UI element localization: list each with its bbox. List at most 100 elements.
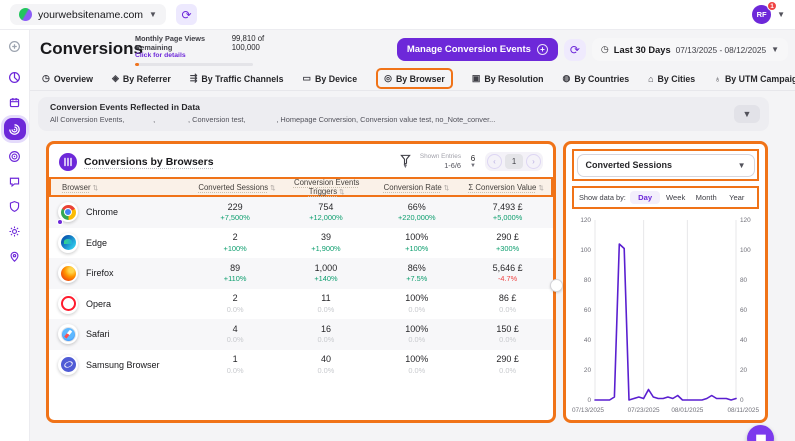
banner-expand-button[interactable]: ▼ [734,105,760,123]
metric-cell: 39+1,900% [281,232,372,253]
previous-page-button[interactable]: ‹ [487,154,502,169]
metric-value: 86 £ [462,293,553,305]
metric-change: +7.5% [371,274,462,284]
column-conversion-rate[interactable]: Conversion Rate [384,183,442,192]
current-page: 1 [505,154,523,169]
metric-change: +220,000% [371,213,462,223]
x-axis-tick-label: 08/11/2025 [727,407,759,414]
manage-conversion-events-button[interactable]: Manage Conversion Events + [397,38,558,61]
period-year[interactable]: Year [721,191,752,204]
tab-by-browser[interactable]: ◎By Browser [376,68,453,89]
site-favicon-icon [19,8,32,21]
metric-change: +100% [371,244,462,254]
site-refresh-button[interactable]: ⟳ [176,4,197,25]
metric-select[interactable]: Converted Sessions ▼ [577,154,755,177]
tab-by-referrer[interactable]: ◈By Referrer [112,73,171,84]
metric-change: 0.0% [371,366,462,376]
tab-by-traffic-channels[interactable]: ⇶By Traffic Channels [190,73,284,84]
radar-icon [8,150,21,163]
metric-cell: 7,493 £+5,000% [462,202,553,223]
metric-change: 0.0% [281,366,372,376]
sidebar-item-settings[interactable] [6,222,24,240]
tab-overview[interactable]: ◷Overview [42,73,93,84]
x-axis-tick-label: 07/13/2025 [572,407,604,414]
metric-cell: 2+100% [190,232,281,253]
table-row[interactable]: Samsung Browser10.0%400.0%100%0.0%290 £0… [49,350,553,381]
sort-icon[interactable]: ⇅ [93,184,98,192]
tab-by-resolution[interactable]: ▣By Resolution [472,73,544,84]
browser-name: Edge [86,238,107,248]
metric-select-value: Converted Sessions [586,160,673,170]
tab-by-countries[interactable]: ◍By Countries [563,73,630,84]
table-row[interactable]: Chrome229+7,500%754+12,000%66%+220,000%7… [49,197,553,228]
metric-change: 0.0% [462,335,553,345]
metric-value: 2 [190,293,281,305]
column-conversion-value[interactable]: Σ Conversion Value [468,183,536,192]
metric-change: -4.7% [462,274,553,284]
metric-cell: 100%0.0% [371,324,462,345]
metric-value: 100% [371,293,462,305]
chrome-icon [61,205,76,220]
site-selector[interactable]: yourwebsitename.com ▼ [10,4,166,25]
utm-campaign-icon: ♁ [714,74,721,84]
data-refresh-button[interactable]: ⟳ [564,39,586,61]
y-axis-tick-label: 100 [580,247,591,254]
pageviews-progress-bar [135,63,253,66]
column-conversion-events-triggers[interactable]: Conversion Events Triggers [294,178,359,196]
tab-label: By Device [315,74,357,84]
selected-indicator-dot [57,219,63,225]
sidebar-item-add[interactable] [6,37,24,55]
sidebar-item-dashboard[interactable] [6,68,24,86]
sidebar-item-feedback[interactable] [6,172,24,190]
table-row[interactable]: Firefox89+110%1,000+140%86%+7.5%5,646 £-… [49,258,553,289]
avatar[interactable]: RF 1 [752,5,771,24]
next-page-button[interactable]: › [526,154,541,169]
metric-change: +110% [190,274,281,284]
metric-change: 0.0% [190,305,281,315]
pageviews-details-link[interactable]: Click for details [135,52,285,59]
sort-icon[interactable]: ⇅ [538,184,543,192]
sidebar-item-security[interactable] [6,197,24,215]
tab-by-device[interactable]: ▭By Device [303,73,358,84]
shown-entries-label: Shown Entries [420,153,461,161]
panel-resize-handle[interactable] [550,279,563,292]
table-row[interactable]: Edge2+100%39+1,900%100%+100%290 £+300% [49,228,553,259]
y-axis-tick-label: 120 [580,217,591,224]
date-range-picker[interactable]: ◷ Last 30 Days 07/13/2025 - 08/12/2025 ▼ [592,38,788,61]
tab-by-utm-campaign[interactable]: ♁By UTM Campaign [714,74,795,84]
sidebar-item-locations[interactable] [6,247,24,265]
metric-change: 0.0% [371,335,462,345]
metric-change: +5,000% [462,213,553,223]
metric-change: 0.0% [190,335,281,345]
page-size-select[interactable]: 6 ▼ [470,155,476,169]
period-month[interactable]: Month [691,191,722,204]
sort-icon[interactable]: ⇅ [444,184,449,192]
browser-icon-chip [58,263,78,283]
sidebar-item-calendar[interactable] [6,93,24,111]
account-chevron-down-icon[interactable]: ▼ [777,10,785,19]
period-week[interactable]: Week [660,191,691,204]
sort-icon[interactable]: ⇅ [270,184,275,192]
column-browser[interactable]: Browser [62,183,91,192]
sidebar-item-conversions[interactable] [4,118,26,140]
table-row[interactable]: Opera20.0%110.0%100%0.0%86 £0.0% [49,289,553,320]
chevron-down-icon: ▼ [771,45,779,54]
period-day[interactable]: Day [630,191,661,204]
column-converted-sessions[interactable]: Converted Sessions [198,183,268,192]
pageviews-progress-fill [135,63,139,66]
sort-icon[interactable]: ⇅ [339,188,344,196]
metric-change: +300% [462,244,553,254]
topbar: yourwebsitename.com ▼ ⟳ RF 1 ▼ [0,0,795,30]
filter-button[interactable]: ▼ [400,154,411,170]
tab-by-cities[interactable]: ⌂By Cities [648,74,695,84]
metric-cell: 66%+220,000% [371,202,462,223]
referrer-icon: ◈ [112,73,119,84]
metric-value: 1,000 [281,263,372,275]
samsung-browser-icon [61,357,76,372]
sidebar-item-goals[interactable] [6,147,24,165]
firefox-icon [61,266,76,281]
refresh-icon: ⟳ [570,43,580,57]
shown-entries: Shown Entries 1-6/6 [420,153,461,170]
edge-icon [61,235,76,250]
table-row[interactable]: Safari40.0%160.0%100%0.0%150 £0.0% [49,319,553,350]
